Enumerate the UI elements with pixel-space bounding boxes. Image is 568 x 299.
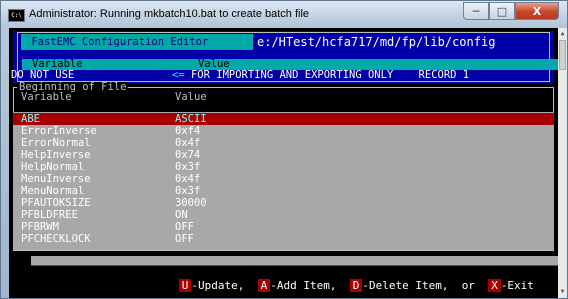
caption-buttons: ─ □ X (463, 2, 559, 20)
item-variable: PFBRWM (21, 221, 59, 233)
minimize-button[interactable]: ─ (463, 2, 489, 20)
list-item[interactable]: PFAUTOKSIZE 30000 (13, 197, 554, 209)
delete-key[interactable]: D (349, 279, 363, 292)
add-label: -Add Item, (270, 279, 337, 292)
item-value: ON (175, 209, 188, 221)
vertical-scrollbar[interactable]: ▲ ▼ (558, 28, 567, 298)
item-value: 0x4f (175, 137, 201, 149)
item-value: ASCII (175, 113, 207, 125)
item-value: 30000 (175, 197, 207, 209)
section-var-header: Variable (21, 91, 72, 103)
item-variable: MenuNormal (21, 185, 85, 197)
exit-label: -Exit (500, 279, 534, 292)
item-variable: PFCHECKLOCK (21, 233, 91, 245)
editor-title: FastEMC Configuration Editor (21, 34, 253, 50)
item-variable: ErrorInverse (21, 125, 97, 137)
item-variable: PFAUTOKSIZE (21, 197, 91, 209)
console-window: C:\ Administrator: Running mkbatch10.bat… (0, 0, 568, 299)
status-bar (31, 256, 558, 265)
list-item[interactable]: ABE ASCII (13, 113, 554, 125)
record-note-text: FOR IMPORTING AND EXPORTING ONLY RECORD … (190, 69, 470, 81)
config-path: e:/HTest/hcfa717/md/fp/lib/config (257, 35, 496, 49)
section-val-header: Value (175, 91, 207, 103)
item-variable: PFBLDFREE (21, 209, 78, 221)
item-value: 0x3f (175, 161, 201, 173)
update-label: -Update, (191, 279, 245, 292)
item-variable: ABE (21, 113, 40, 125)
item-variable: MenuInverse (21, 173, 91, 185)
left-arrow-icon: <= (172, 69, 185, 81)
list-item[interactable]: HelpNormal 0x3f (13, 161, 554, 173)
or-text: or (461, 279, 475, 292)
list-item[interactable]: PFBLDFREE ON (13, 209, 554, 221)
item-value: OFF (175, 233, 194, 245)
item-value: OFF (175, 221, 194, 233)
item-variable: HelpInverse (21, 149, 91, 161)
item-value: 0x3f (175, 185, 201, 197)
item-value: 0x4f (175, 173, 201, 185)
exit-key[interactable]: X (488, 279, 501, 292)
scroll-up-arrow-icon[interactable]: ▲ (558, 30, 567, 38)
delete-label: -Delete Item, (362, 279, 449, 292)
add-key[interactable]: A (257, 279, 271, 292)
list-item[interactable]: ErrorInverse 0xf4 (13, 125, 554, 137)
item-variable: HelpNormal (21, 161, 85, 173)
record-name: DO NOT USE (11, 69, 75, 81)
console-app-icon[interactable]: C:\ (8, 9, 25, 22)
scroll-down-arrow-icon[interactable]: ▼ (558, 288, 567, 296)
list-item[interactable]: PFBRWM OFF (13, 221, 554, 233)
variable-list[interactable]: ABE ASCII ErrorInverse 0xf4 ErrorNormal 0x4f H… (13, 112, 554, 250)
close-button[interactable]: X (515, 2, 559, 20)
scroll-thumb[interactable] (559, 40, 566, 70)
command-bar: U -Update, A -Add Item, D -Delete Item, or … (139, 266, 534, 292)
list-item[interactable]: HelpInverse 0x74 (13, 149, 554, 161)
window-title: Administrator: Running mkbatch10.bat to … (29, 8, 310, 20)
console-area[interactable]: FastEMC Configuration Editor e:/HTest/hc… (9, 28, 558, 298)
title-bar[interactable]: C:\ Administrator: Running mkbatch10.bat… (1, 1, 567, 28)
list-item[interactable]: PFCHECKLOCK OFF (13, 233, 554, 245)
list-item[interactable]: ErrorNormal 0x4f (13, 137, 554, 149)
list-item[interactable]: MenuInverse 0x4f (13, 173, 554, 185)
maximize-button[interactable]: □ (489, 2, 515, 20)
update-key[interactable]: U (178, 279, 192, 292)
list-item[interactable]: MenuNormal 0x3f (13, 185, 554, 197)
item-variable: ErrorNormal (21, 137, 91, 149)
record-note: <= FOR IMPORTING AND EXPORTING ONLY RECO… (172, 70, 469, 81)
item-value: 0xf4 (175, 125, 201, 137)
item-value: 0x74 (175, 149, 201, 161)
